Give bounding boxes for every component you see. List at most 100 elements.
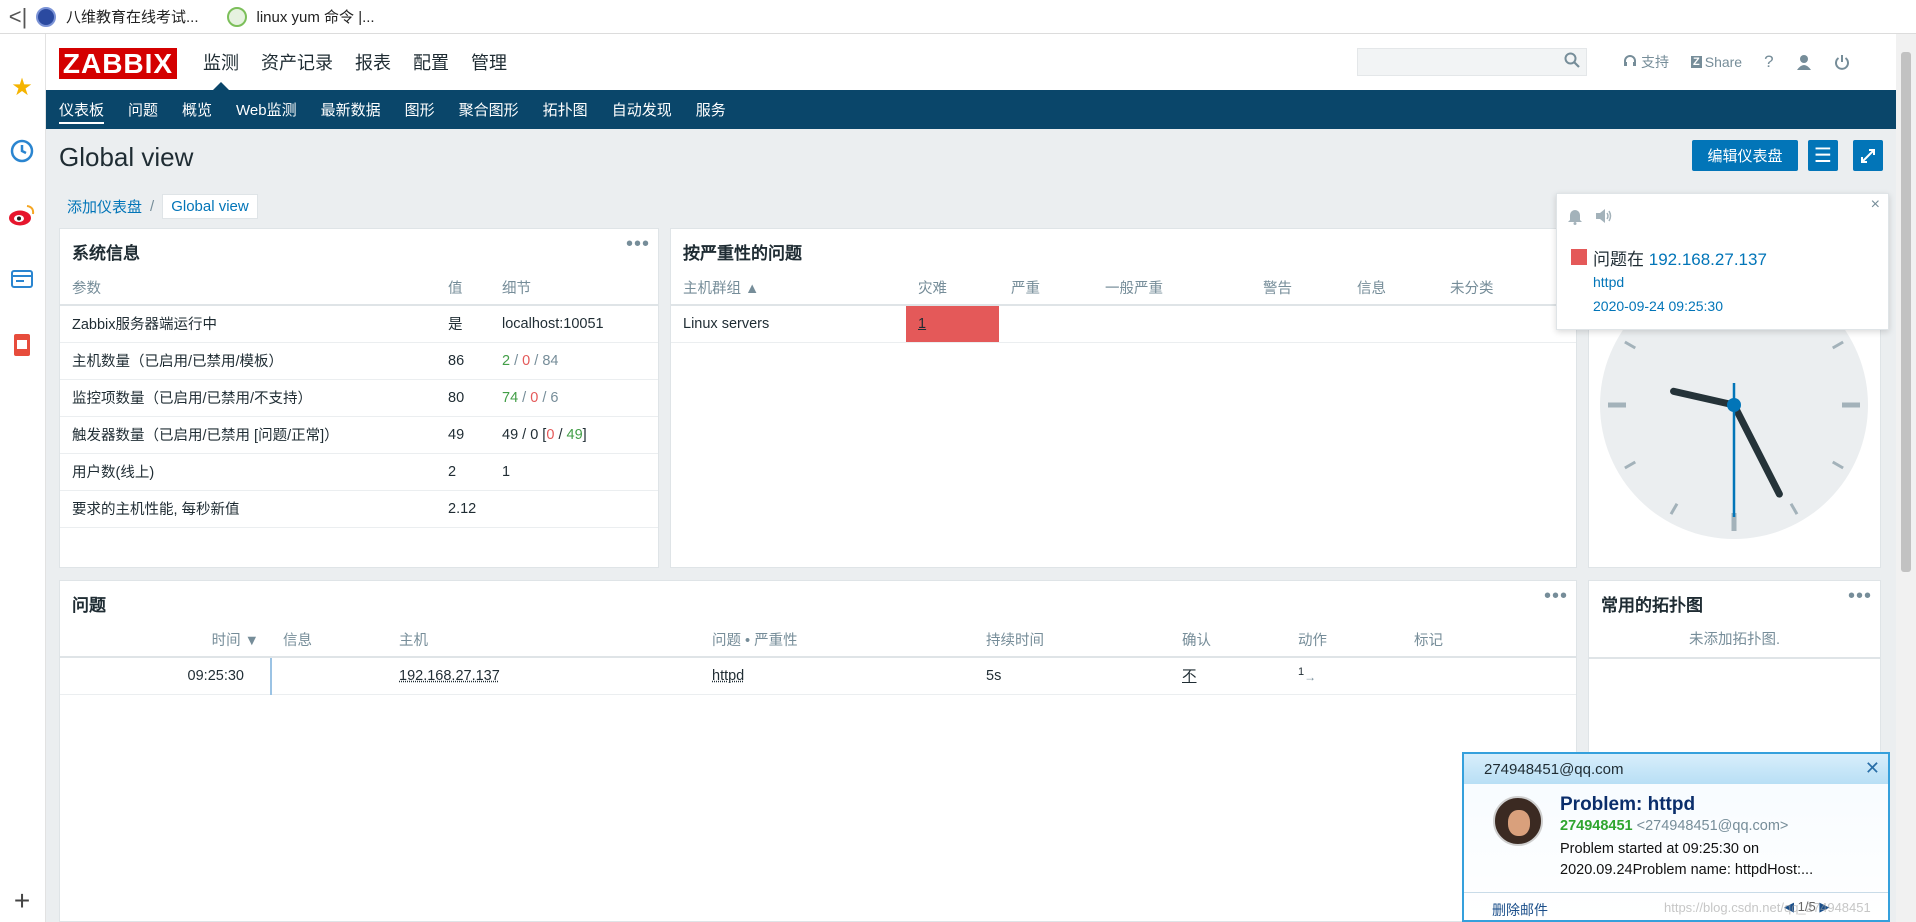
value-cell: 2.12 <box>436 490 490 528</box>
column-header: 一般严重 <box>1093 271 1251 306</box>
column-header: 细节 <box>490 271 658 306</box>
value-cell: 是 <box>436 305 490 343</box>
column-header: 标记 <box>1402 623 1576 658</box>
sender-address: <274948451@qq.com> <box>1636 818 1789 834</box>
problem-link[interactable]: httpd <box>700 657 974 695</box>
help-icon[interactable]: ? <box>1764 52 1773 72</box>
info-count-cell <box>1345 305 1438 343</box>
empty-maps-message: 未添加拓扑图. <box>1589 623 1880 659</box>
column-header[interactable]: 主机群组 ▲ <box>671 271 906 306</box>
window-icon[interactable] <box>7 264 37 294</box>
mail-sender: 274948451 <274948451@qq.com> <box>1560 818 1788 834</box>
breadcrumb-separator: / <box>150 198 155 215</box>
breadcrumb-dashboards[interactable]: 添加仪表盘 <box>67 196 142 217</box>
disaster-count-cell[interactable]: 1 <box>906 305 999 343</box>
system-info-widget: 系统信息 ••• 参数 值 细节 Zabbix服务器端运行中 是 localho… <box>59 228 659 568</box>
column-header[interactable]: 主机 <box>387 623 700 658</box>
widget-menu-icon[interactable]: ••• <box>1848 585 1872 608</box>
sign-out-icon[interactable] <box>1834 54 1850 70</box>
param-cell: Zabbix服务器端运行中 <box>60 305 436 343</box>
detail-cell <box>490 490 658 528</box>
scrollbar-thumb[interactable] <box>1901 52 1911 572</box>
mail-body-line: Problem started at 09:25:30 on <box>1560 841 1760 857</box>
mail-preview[interactable]: Problem started at 09:25:30 on 2020.09.2… <box>1560 839 1870 881</box>
submenu-screens[interactable]: 聚合图形 <box>459 90 519 129</box>
severity-table: 主机群组 ▲ 灾难 严重 一般严重 警告 信息 未分类 Linux server… <box>671 271 1576 343</box>
edit-dashboard-button[interactable]: 编辑仪表盘 <box>1692 140 1798 171</box>
notification-problem-link[interactable]: httpd <box>1593 274 1624 290</box>
menu-reports[interactable]: 报表 <box>355 34 391 90</box>
mail-subject[interactable]: Problem: httpd <box>1560 794 1695 816</box>
close-icon[interactable]: ✕ <box>1865 758 1880 779</box>
sidebar-collapse-icon[interactable]: <| <box>0 4 36 30</box>
submenu-services[interactable]: 服务 <box>696 90 726 129</box>
severity-marker <box>1571 249 1587 265</box>
mail-account: 274948451@qq.com <box>1484 760 1624 778</box>
problem-time-link[interactable]: 09:25:30 <box>60 657 272 695</box>
weibo-icon[interactable] <box>7 200 37 230</box>
history-icon[interactable] <box>7 136 37 166</box>
param-cell: 触发器数量（已启用/已禁用 [问题/正常]） <box>60 416 436 454</box>
page-scrollbar[interactable] <box>1896 34 1916 922</box>
search-icon[interactable] <box>1564 52 1580 73</box>
submenu-problems[interactable]: 问题 <box>128 90 158 129</box>
delete-mail-link[interactable]: 删除邮件 <box>1492 900 1548 920</box>
share-link[interactable]: Z Share <box>1691 54 1742 70</box>
table-row: 监控项数量（已启用/已禁用/不支持） 80 74 / 0 / 6 <box>60 379 658 417</box>
info-cell <box>271 657 387 695</box>
clock-pivot <box>1727 398 1741 412</box>
share-label: Share <box>1704 54 1743 70</box>
duration-cell: 5s <box>974 657 1170 695</box>
widget-menu-icon[interactable]: ••• <box>626 233 650 256</box>
menu-configuration[interactable]: 配置 <box>413 34 449 90</box>
pdf-icon[interactable] <box>7 330 37 360</box>
notification-host-link[interactable]: 192.168.27.137 <box>1649 250 1767 269</box>
add-icon[interactable]: + <box>7 885 37 916</box>
column-header[interactable]: 时间 ▼ <box>60 623 271 658</box>
column-header[interactable]: 问题 • 严重性 <box>700 623 974 658</box>
breadcrumb-current[interactable]: Global view <box>162 194 258 219</box>
menu-icon[interactable]: ☰ <box>1808 140 1838 171</box>
fullscreen-icon[interactable] <box>1853 140 1883 171</box>
ack-link[interactable]: 不 <box>1170 657 1286 695</box>
zabbix-logo[interactable]: ZABBIX <box>59 48 177 79</box>
breadcrumb: 添加仪表盘 / Global view <box>59 193 258 220</box>
main-menu: 监测 资产记录 报表 配置 管理 <box>203 34 529 90</box>
star-icon[interactable]: ★ <box>7 72 37 102</box>
close-icon[interactable]: × <box>1871 196 1880 214</box>
actions-icon: → <box>1304 670 1317 685</box>
notification-time-link[interactable]: 2020-09-24 09:25:30 <box>1593 298 1723 314</box>
submenu-web[interactable]: Web监测 <box>236 90 297 129</box>
bookmark-item[interactable]: linux yum 命令 |... <box>226 6 375 27</box>
submenu-discovery[interactable]: 自动发现 <box>612 90 672 129</box>
detail-cell: 2 / 0 / 84 <box>490 342 658 380</box>
submenu-dashboard[interactable]: 仪表板 <box>59 90 105 129</box>
column-header: 动作 <box>1286 623 1402 658</box>
submenu-graphs[interactable]: 图形 <box>405 90 435 129</box>
menu-inventory[interactable]: 资产记录 <box>261 34 333 90</box>
problems-widget: 问题 ••• 时间 ▼ 信息 主机 问题 • 严重性 持续时间 确认 动作 标记… <box>59 580 1577 922</box>
submenu-latest-data[interactable]: 最新数据 <box>321 90 381 129</box>
table-row: Zabbix服务器端运行中 是 localhost:10051 <box>60 305 658 343</box>
host-link[interactable]: 192.168.27.137 <box>387 657 700 695</box>
param-cell: 要求的主机性能, 每秒新值 <box>60 490 436 528</box>
value-cell: 2 <box>436 453 490 491</box>
menu-monitoring[interactable]: 监测 <box>203 34 239 90</box>
mail-popup-header: 274948451@qq.com ✕ <box>1464 754 1888 784</box>
bookmark-item[interactable]: 八维教育在线考试... <box>36 6 199 27</box>
submenu-maps[interactable]: 拓扑图 <box>543 90 588 129</box>
param-cell: 监控项数量（已启用/已禁用/不支持） <box>60 379 436 417</box>
column-header: 警告 <box>1251 271 1345 306</box>
menu-administration[interactable]: 管理 <box>471 34 507 90</box>
detail-cell: localhost:10051 <box>490 305 658 343</box>
actions-cell[interactable]: 1→ <box>1286 657 1402 695</box>
host-group-link[interactable]: Linux servers <box>671 305 906 343</box>
support-link[interactable]: 支持 <box>1623 52 1669 72</box>
bell-icon[interactable] <box>1567 208 1583 230</box>
search-input[interactable] <box>1357 48 1587 76</box>
submenu-overview[interactable]: 概览 <box>182 90 212 129</box>
widget-menu-icon[interactable]: ••• <box>1544 585 1568 608</box>
user-profile-icon[interactable] <box>1796 54 1812 70</box>
column-header: 信息 <box>271 623 387 658</box>
sound-icon[interactable] <box>1595 208 1613 229</box>
